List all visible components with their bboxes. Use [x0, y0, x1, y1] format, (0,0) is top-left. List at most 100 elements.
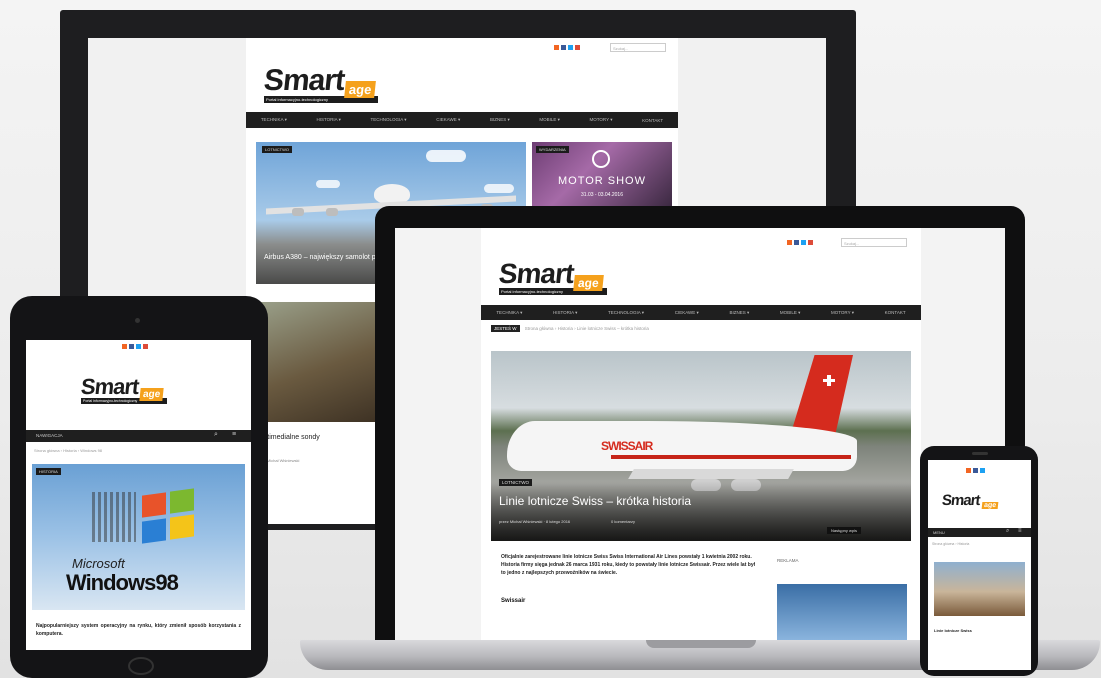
- menu-item[interactable]: TECHNIKA ▾: [496, 310, 522, 316]
- windows98-product-text: Windows98: [66, 570, 179, 595]
- sidebar-heading: REKLAMA: [777, 558, 799, 563]
- tablet-home-button[interactable]: [128, 657, 154, 675]
- mobile-menu-label[interactable]: NAWIGACJA: [36, 433, 63, 438]
- menu-item[interactable]: HISTORIA ▾: [316, 117, 340, 123]
- menu-item[interactable]: MOTORY ▾: [590, 117, 613, 123]
- breadcrumb-item[interactable]: Strona główna: [525, 326, 554, 331]
- category-badge[interactable]: LOTNICTWO: [499, 479, 532, 486]
- site-logo[interactable]: Smart age Portal informacyjno-technologi…: [497, 258, 607, 295]
- search-icon[interactable]: ⌕: [1006, 528, 1009, 535]
- logo-age-text: age: [343, 81, 376, 98]
- logo-age-text: age: [572, 275, 604, 291]
- google-plus-icon[interactable]: [575, 45, 580, 50]
- side-featured-image[interactable]: WYDARZENIA MOTOR SHOW 31.03 - 03.04.2016: [532, 142, 672, 208]
- swiss-tail-fin: [791, 355, 853, 433]
- article-subheading: Swissair: [501, 598, 526, 604]
- article-lead: Linie lotnicze Swiss: [934, 628, 972, 633]
- mobile-menu-label[interactable]: MENU: [933, 530, 945, 535]
- phone-speaker-icon: [972, 452, 988, 455]
- social-icons[interactable]: [787, 240, 813, 245]
- rss-icon[interactable]: [122, 344, 127, 349]
- post-thumbnail[interactable]: [256, 302, 376, 422]
- google-plus-icon[interactable]: [808, 240, 813, 245]
- site-logo[interactable]: Smart age: [941, 492, 1000, 510]
- mobile-menu-bar[interactable]: NAWIGACJA ⌕ ≡: [26, 430, 251, 442]
- facebook-icon[interactable]: [129, 344, 134, 349]
- laptop-site-page: Szukaj... Smart age Portal informacyjno-…: [481, 228, 921, 640]
- search-input[interactable]: Szukaj...: [610, 43, 666, 52]
- breadcrumb-item[interactable]: Historia: [558, 326, 573, 331]
- mobile-menu-bar[interactable]: MENU ⌕ ≡: [928, 528, 1031, 537]
- logo-smart-text: Smart: [497, 258, 576, 289]
- hamburger-menu-icon[interactable]: ≡: [232, 431, 236, 438]
- menu-item[interactable]: KONTAKT: [885, 310, 906, 315]
- breadcrumb: Strona główna › Historia: [932, 542, 970, 546]
- menu-item[interactable]: TECHNIKA ▾: [261, 117, 287, 123]
- search-input[interactable]: Szukaj...: [841, 238, 907, 247]
- livery-stripe: [611, 455, 851, 459]
- logo-age-text: age: [139, 388, 164, 401]
- menu-item[interactable]: BIZNES ▾: [729, 310, 749, 316]
- logo-age-text: age: [981, 502, 999, 509]
- main-menu: TECHNIKA ▾ HISTORIA ▾ TECHNOLOGIA ▾ CIEKAWE…: [246, 112, 678, 128]
- search-icon[interactable]: ⌕: [214, 431, 218, 439]
- side-featured-dates: 31.03 - 03.04.2016: [581, 192, 623, 198]
- tablet-camera-icon: [135, 318, 140, 323]
- social-icons[interactable]: [966, 468, 985, 473]
- post-comments-count[interactable]: 0 komentarzy: [611, 519, 635, 524]
- site-logo[interactable]: Smart age Portal informacyjno-technologi…: [262, 64, 379, 103]
- breadcrumb: Strona główna › Historia › Windows 98: [34, 448, 103, 453]
- featured-post-image[interactable]: HISTORIA Microsoft Windows98: [32, 464, 245, 610]
- swiss-cross-icon: [827, 375, 831, 386]
- facebook-icon[interactable]: [794, 240, 799, 245]
- menu-item[interactable]: TECHNOLOGIA ▾: [371, 117, 407, 123]
- menu-item[interactable]: CIEKAWE ▾: [436, 117, 460, 123]
- rss-icon[interactable]: [966, 468, 971, 473]
- facebook-icon[interactable]: [973, 468, 978, 473]
- sidebar-ad-banner[interactable]: [777, 584, 907, 640]
- laptop-screen: Szukaj... Smart age Portal informacyjno-…: [395, 228, 1005, 640]
- category-badge[interactable]: HISTORIA: [36, 468, 61, 475]
- twitter-icon[interactable]: [136, 344, 141, 349]
- site-logo[interactable]: Smart age Portal informacyjno-technologi…: [80, 374, 167, 404]
- social-icons[interactable]: [554, 45, 580, 50]
- windows-trail-pattern: [92, 492, 136, 542]
- next-post-link[interactable]: Następny wpis: [827, 527, 862, 534]
- menu-item[interactable]: CIEKAWE ▾: [675, 310, 699, 316]
- cloud: [484, 184, 514, 193]
- airplane-wing: [628, 469, 794, 479]
- menu-item[interactable]: HISTORIA ▾: [553, 310, 577, 316]
- menu-item[interactable]: KONTAKT: [642, 118, 663, 123]
- featured-post-title[interactable]: Linie lotnicze Swiss – krótka historia: [499, 494, 691, 508]
- microsoft-brand-text: Microsoft: [72, 556, 125, 571]
- menu-item[interactable]: TECHNOLOGIA ▾: [608, 310, 644, 316]
- menu-item[interactable]: MOBILE ▾: [780, 310, 801, 316]
- swissair-livery-text: SWISSAIR: [601, 439, 653, 453]
- menu-item[interactable]: BIZNES ▾: [490, 117, 510, 123]
- article-lead: Oficjalnie zarejestrowane linie lotnicze…: [501, 554, 755, 576]
- rss-icon[interactable]: [554, 45, 559, 50]
- airplane-engine: [292, 208, 304, 216]
- windows-flag-red: [142, 492, 166, 518]
- twitter-icon[interactable]: [568, 45, 573, 50]
- facebook-icon[interactable]: [561, 45, 566, 50]
- google-plus-icon[interactable]: [143, 344, 148, 349]
- windows-flag-green: [170, 488, 194, 514]
- windows-flag-yellow: [170, 514, 194, 540]
- social-icons[interactable]: [122, 344, 148, 349]
- category-badge[interactable]: LOTNICTWO: [262, 146, 292, 153]
- menu-item[interactable]: MOTORY ▾: [831, 310, 854, 316]
- hamburger-menu-icon[interactable]: ≡: [1018, 528, 1022, 534]
- tablet-screen: Smart age Portal informacyjno-technologi…: [26, 340, 251, 650]
- windows-flag-blue: [142, 518, 166, 544]
- menu-item[interactable]: MOBILE ▾: [539, 117, 560, 123]
- featured-post-image[interactable]: SWISSAIR LOTNICTWO Linie lotnicze Swiss …: [491, 351, 911, 541]
- featured-post-image[interactable]: [934, 562, 1025, 616]
- breadcrumb: JESTEŚ W Strona główna › Historia › Lini…: [491, 325, 649, 332]
- category-badge[interactable]: WYDARZENIA: [536, 146, 569, 153]
- side-featured-title: MOTOR SHOW: [557, 175, 646, 187]
- rss-icon[interactable]: [787, 240, 792, 245]
- main-menu: TECHNIKA ▾ HISTORIA ▾ TECHNOLOGIA ▾ CIEKAWE…: [481, 305, 921, 320]
- twitter-icon[interactable]: [980, 468, 985, 473]
- twitter-icon[interactable]: [801, 240, 806, 245]
